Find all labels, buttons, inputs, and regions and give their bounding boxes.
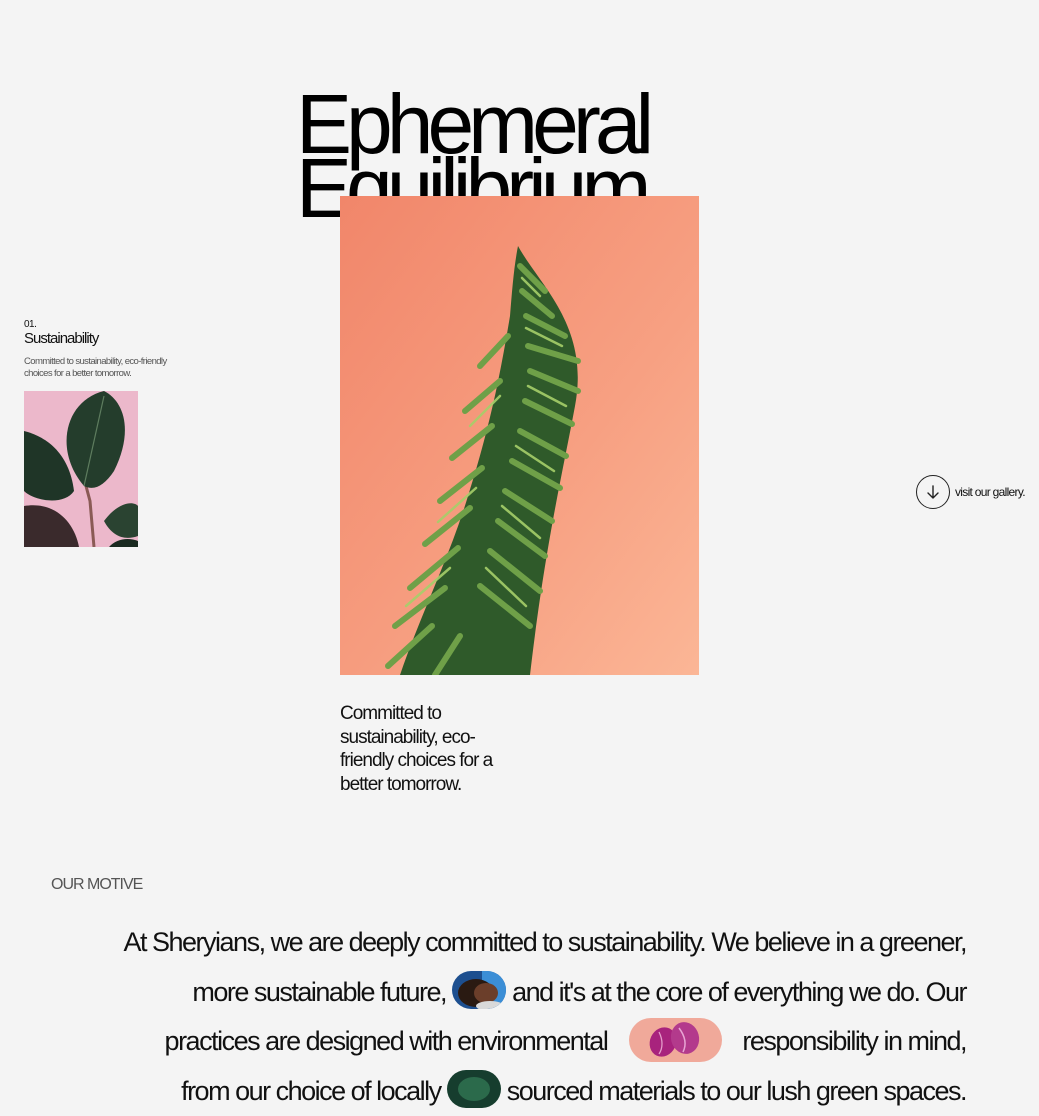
visit-gallery-link[interactable]: visit our gallery. bbox=[916, 475, 1026, 509]
gallery-label[interactable]: visit our gallery. bbox=[955, 485, 1026, 499]
motive-paragraph: At Sheryians, we are deeply committed to… bbox=[120, 918, 968, 1116]
motive-text-3: responsibility bbox=[742, 1026, 879, 1056]
motive-text-5: sourced materials to our lush green spac… bbox=[506, 1075, 968, 1106]
cabbage-pill-image bbox=[629, 1017, 723, 1062]
hero-plant-image bbox=[340, 196, 699, 675]
card-description: Committed to sustainability, eco-friendl… bbox=[24, 356, 167, 379]
portrait-pill-image bbox=[452, 971, 507, 1010]
section-label: OUR MOTIVE bbox=[51, 876, 143, 893]
sustainability-card: 01. Sustainability Committed to sustaina… bbox=[24, 319, 194, 380]
hero-caption: Committed to sustainability, eco-friendl… bbox=[340, 703, 493, 795]
card-number: 01. bbox=[24, 319, 37, 330]
leaf-pill-image bbox=[446, 1070, 501, 1109]
arrow-down-icon[interactable] bbox=[916, 475, 950, 509]
rubber-plant-image bbox=[24, 391, 138, 547]
card-title: Sustainability bbox=[24, 330, 99, 347]
